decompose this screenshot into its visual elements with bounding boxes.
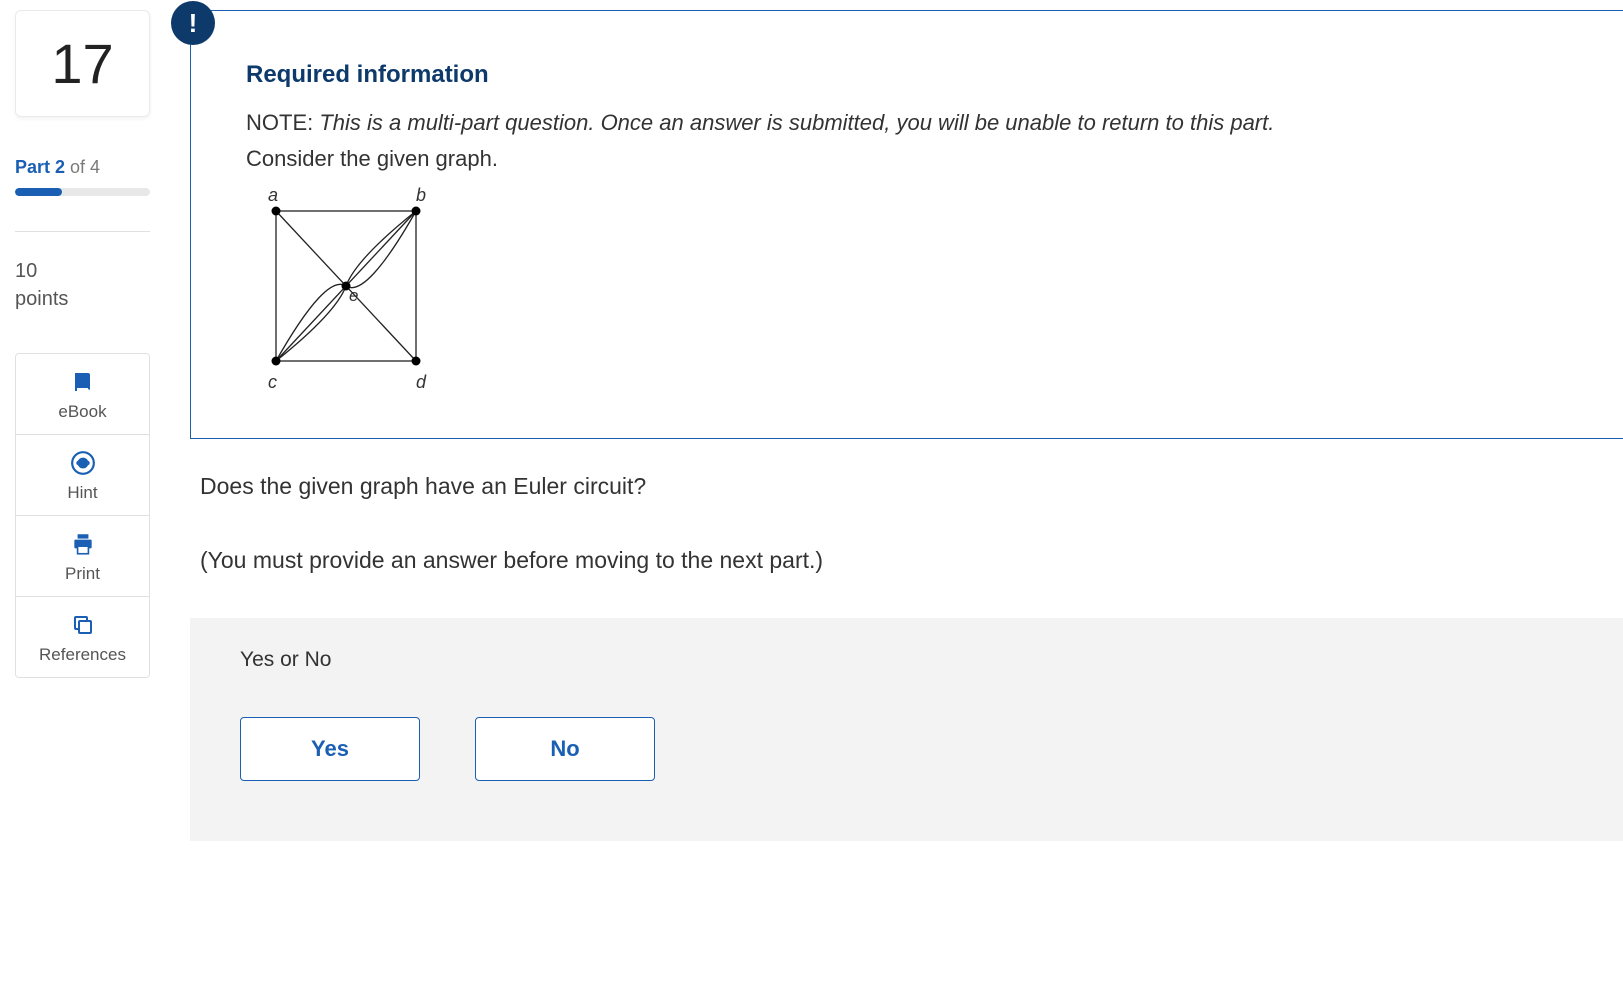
print-button[interactable]: Print — [16, 516, 149, 597]
lifebuoy-icon — [69, 449, 97, 477]
info-note: NOTE: This is a multi-part question. Onc… — [246, 107, 1573, 139]
part-total: of 4 — [65, 157, 100, 177]
points-label: points — [15, 285, 150, 313]
note-italic: This is a multi-part question. Once an a… — [319, 110, 1274, 135]
sidebar: 17 Part 2 of 4 10 points eBook — [0, 10, 165, 1002]
part-indicator: Part 2 of 4 — [15, 157, 150, 178]
ebook-label: eBook — [58, 402, 106, 422]
graph-figure: a b c d e — [246, 183, 1573, 398]
divider — [15, 231, 150, 232]
vertex-label-e: e — [349, 286, 358, 305]
main-content: ! Required information NOTE: This is a m… — [165, 10, 1623, 1002]
progress-fill — [15, 188, 62, 196]
points-block: 10 points — [15, 257, 150, 313]
no-button[interactable]: No — [475, 717, 655, 781]
question-line-2: (You must provide an answer before movin… — [200, 543, 1623, 578]
info-title: Required information — [246, 61, 1573, 89]
question-line-1: Does the given graph have an Euler circu… — [200, 469, 1623, 504]
printer-icon — [69, 530, 97, 558]
vertex-label-b: b — [416, 185, 426, 205]
copy-icon — [69, 611, 97, 639]
part-current: Part 2 — [15, 157, 65, 177]
consider-text: Consider the given graph. — [246, 143, 1573, 175]
references-label: References — [39, 645, 126, 665]
hint-label: Hint — [67, 483, 97, 503]
tool-list: eBook Hint Print References — [15, 353, 150, 678]
print-label: Print — [65, 564, 100, 584]
question-number: 17 — [16, 31, 149, 96]
hint-button[interactable]: Hint — [16, 435, 149, 516]
question-number-card: 17 — [15, 10, 150, 117]
answer-prompt: Yes or No — [240, 648, 1573, 672]
yes-button[interactable]: Yes — [240, 717, 420, 781]
book-icon — [69, 368, 97, 396]
alert-icon: ! — [171, 1, 215, 45]
references-button[interactable]: References — [16, 597, 149, 677]
vertex-label-c: c — [268, 372, 277, 392]
points-value: 10 — [15, 257, 150, 285]
required-info-box: ! Required information NOTE: This is a m… — [190, 10, 1623, 439]
note-prefix: NOTE: — [246, 110, 319, 135]
vertex-label-d: d — [416, 372, 427, 392]
answer-buttons: Yes No — [240, 717, 1573, 781]
ebook-button[interactable]: eBook — [16, 354, 149, 435]
progress-bar — [15, 188, 150, 196]
vertex-label-a: a — [268, 185, 278, 205]
answer-panel: Yes or No Yes No — [190, 618, 1623, 841]
